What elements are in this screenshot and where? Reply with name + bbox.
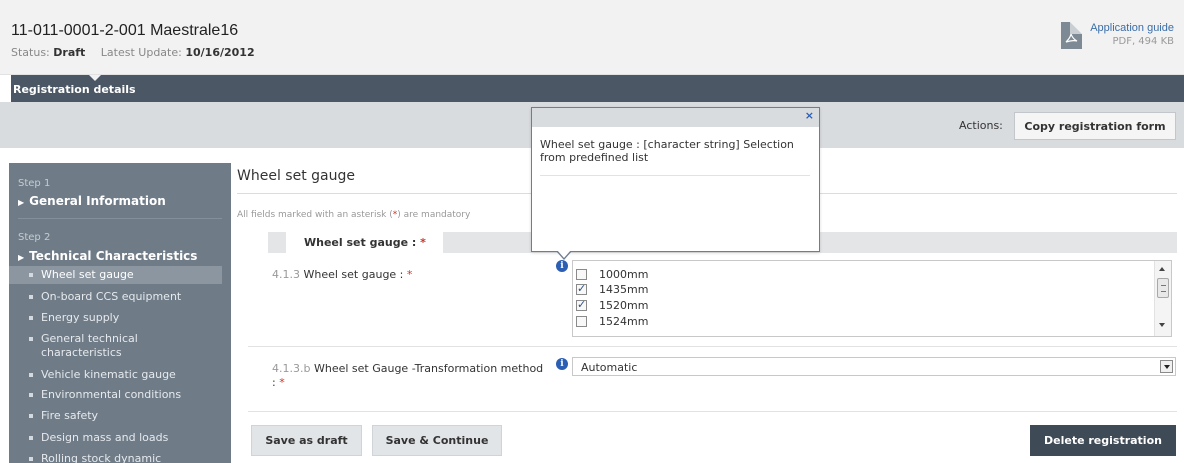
info-icon[interactable]: i — [556, 358, 568, 370]
wheel-set-gauge-listbox[interactable]: 1000mm 1435mm 1520mm 1524mm — [572, 260, 1172, 337]
field-code: 4.1.3.b — [272, 362, 311, 375]
field-divider — [248, 346, 1177, 347]
transformation-method-select[interactable]: Automatic — [572, 357, 1176, 376]
mandatory-note: All fields marked with an asterisk (*) a… — [237, 210, 471, 220]
delete-registration-button[interactable]: Delete registration — [1030, 425, 1176, 456]
application-guide-link[interactable]: Application guide PDF, 494 KB — [1061, 22, 1174, 49]
status-line: Status: Draft Latest Update: 10/16/2012 — [11, 46, 255, 59]
caret-right-icon: ▶ — [18, 253, 25, 262]
scroll-down-arrow-icon[interactable] — [1159, 323, 1165, 327]
sidebar-item-rolling-stock-dynamic[interactable]: Rolling stock dynamic — [9, 452, 222, 463]
bullet-icon — [29, 457, 33, 461]
required-mark: * — [279, 376, 285, 389]
steps-sidebar: Step 1 ▶ General Information Step 2 ▶ Tech… — [9, 163, 231, 463]
save-as-draft-button[interactable]: Save as draft — [251, 425, 362, 456]
required-mark: * — [406, 268, 413, 281]
latest-update-label: Latest Update: — [100, 46, 182, 59]
actions-label: Actions: — [959, 119, 1003, 132]
required-mark: * — [420, 236, 426, 249]
tooltip-title-bar: × — [532, 108, 819, 127]
sidebar-item-design-mass-and-loads[interactable]: Design mass and loads — [9, 431, 222, 445]
latest-update-value: 10/16/2012 — [185, 46, 255, 59]
tab-registration-details[interactable]: Registration details — [11, 75, 1184, 102]
bullet-icon — [29, 436, 33, 440]
tooltip-divider — [540, 175, 810, 176]
tab-registration-details-label: Registration details — [13, 83, 136, 96]
bullet-icon — [29, 273, 33, 277]
tooltip-pointer — [556, 250, 572, 260]
list-item[interactable]: 1435mm — [576, 282, 648, 297]
list-item[interactable]: 1524mm — [576, 314, 648, 329]
scrollbar-thumb[interactable] — [1157, 278, 1169, 298]
field-group-tab: Wheel set gauge : * — [286, 232, 443, 253]
list-item[interactable]: 1520mm — [576, 298, 648, 313]
copy-registration-form-button[interactable]: Copy registration form — [1014, 112, 1176, 140]
sidebar-item-wheel-set-gauge[interactable]: Wheel set gauge — [9, 266, 222, 284]
sidebar-item-general-technical-characteristics[interactable]: General technical characteristics — [9, 332, 189, 360]
caret-right-icon: ▶ — [18, 198, 25, 207]
transformation-method-value: Automatic — [581, 361, 638, 374]
sidebar-item-energy-supply[interactable]: Energy supply — [9, 311, 222, 325]
application-guide-meta: PDF, 494 KB — [1112, 36, 1174, 47]
status-label: Status: — [11, 46, 50, 59]
field-info-tooltip: × Wheel set gauge : [character string] S… — [531, 107, 820, 260]
step-1-general-information[interactable]: ▶ General Information — [18, 194, 166, 208]
field-divider — [248, 411, 1177, 412]
tooltip-text: Wheel set gauge : [character string] Sel… — [540, 138, 794, 164]
sidebar-item-environmental-conditions[interactable]: Environmental conditions — [9, 388, 222, 402]
field-code: 4.1.3 — [272, 268, 300, 281]
step-1-title: General Information — [29, 194, 166, 208]
step-2-label: Step 2 — [18, 232, 51, 243]
sidebar-item-fire-safety[interactable]: Fire safety — [9, 409, 222, 423]
status-value: Draft — [53, 46, 86, 59]
checkbox-1000mm[interactable] — [576, 269, 587, 280]
checkbox-1520mm[interactable] — [576, 298, 587, 311]
page-header: 11-011-0001-2-001 Maestrale16 Status: Dr… — [0, 0, 1184, 75]
step-2-technical-characteristics[interactable]: ▶ Technical Characteristics — [18, 249, 197, 263]
tab-bar: Registration details — [0, 75, 1184, 102]
close-icon[interactable]: × — [805, 109, 814, 122]
chevron-down-icon[interactable] — [1160, 360, 1173, 373]
application-guide-title[interactable]: Application guide — [1090, 22, 1174, 34]
transformation-method-label: 4.1.3.b Wheel set Gauge -Transformation … — [272, 362, 544, 389]
list-item[interactable]: 1000mm — [576, 267, 648, 282]
sidebar-item-on-board-ccs-equipment[interactable]: On-board CCS equipment — [9, 290, 222, 304]
sidebar-divider — [18, 218, 222, 219]
sidebar-item-vehicle-kinematic-gauge[interactable]: Vehicle kinematic gauge — [9, 368, 222, 382]
checkbox-1524mm[interactable] — [576, 316, 587, 327]
scroll-up-arrow-icon[interactable] — [1159, 267, 1165, 271]
wheel-set-gauge-label: 4.1.3 Wheel set gauge : * — [272, 268, 413, 281]
info-icon[interactable]: i — [556, 260, 568, 272]
bullet-icon — [29, 393, 33, 397]
section-title: Wheel set gauge — [237, 168, 355, 184]
registration-title: 11-011-0001-2-001 Maestrale16 — [11, 22, 239, 39]
bullet-icon — [29, 373, 33, 377]
bullet-icon — [29, 414, 33, 418]
checkbox-1435mm[interactable] — [576, 282, 587, 295]
listbox-scrollbar[interactable] — [1154, 261, 1171, 336]
bullet-icon — [29, 295, 33, 299]
pdf-file-icon — [1061, 22, 1083, 49]
bullet-icon — [29, 316, 33, 320]
step-1-label: Step 1 — [18, 178, 51, 189]
bullet-icon — [29, 337, 33, 341]
step-2-title: Technical Characteristics — [29, 249, 198, 263]
save-and-continue-button[interactable]: Save & Continue — [372, 425, 502, 456]
